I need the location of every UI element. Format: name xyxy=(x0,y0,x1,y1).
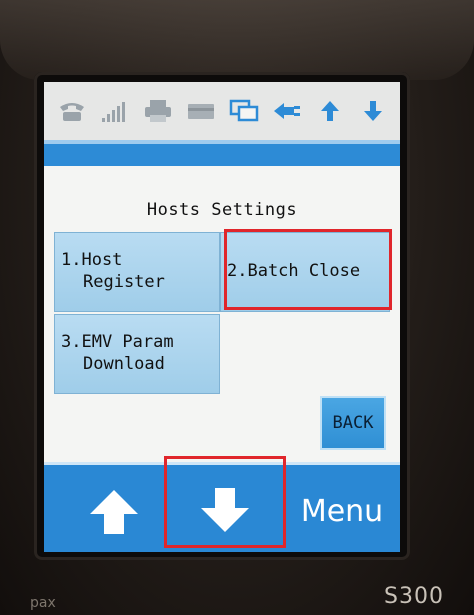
batch-close-button[interactable]: 2.Batch Close xyxy=(220,232,390,312)
header-band xyxy=(44,140,400,166)
menu-button[interactable]: Menu xyxy=(290,479,394,543)
scroll-down-button[interactable] xyxy=(170,469,280,551)
page-title: Hosts Settings xyxy=(146,200,298,220)
arrow-up-icon xyxy=(314,97,346,125)
arrow-up-icon xyxy=(90,490,138,534)
phone-icon xyxy=(56,97,88,125)
arrow-down-icon xyxy=(201,488,249,532)
ethernet-plug-icon xyxy=(271,97,303,125)
scroll-up-button[interactable] xyxy=(64,477,164,547)
signal-bars-icon xyxy=(99,97,131,125)
printer-icon xyxy=(142,97,174,125)
model-label: S300 xyxy=(384,584,444,609)
arrow-down-icon xyxy=(357,97,389,125)
host-register-button[interactable]: 1.Host Register xyxy=(54,232,220,312)
option-label-line1: 1.Host xyxy=(61,250,123,270)
screen-copy-icon xyxy=(228,97,260,125)
option-label-line1: 3.EMV Param xyxy=(61,332,174,352)
back-button[interactable]: BACK xyxy=(320,396,386,450)
option-label-line2: Download xyxy=(83,354,165,374)
status-bar xyxy=(44,82,400,140)
brand-mark: pax xyxy=(30,595,56,611)
terminal-screen: Hosts Settings 1.Host Register 2.Batch C… xyxy=(44,82,400,552)
option-label-line2: Register xyxy=(83,272,165,292)
card-reader-icon xyxy=(185,97,217,125)
casing-top-edge xyxy=(0,0,474,80)
option-label: 2.Batch Close xyxy=(227,261,361,281)
emv-param-download-button[interactable]: 3.EMV Param Download xyxy=(54,314,220,394)
bottom-nav-bar: Menu xyxy=(44,462,400,552)
